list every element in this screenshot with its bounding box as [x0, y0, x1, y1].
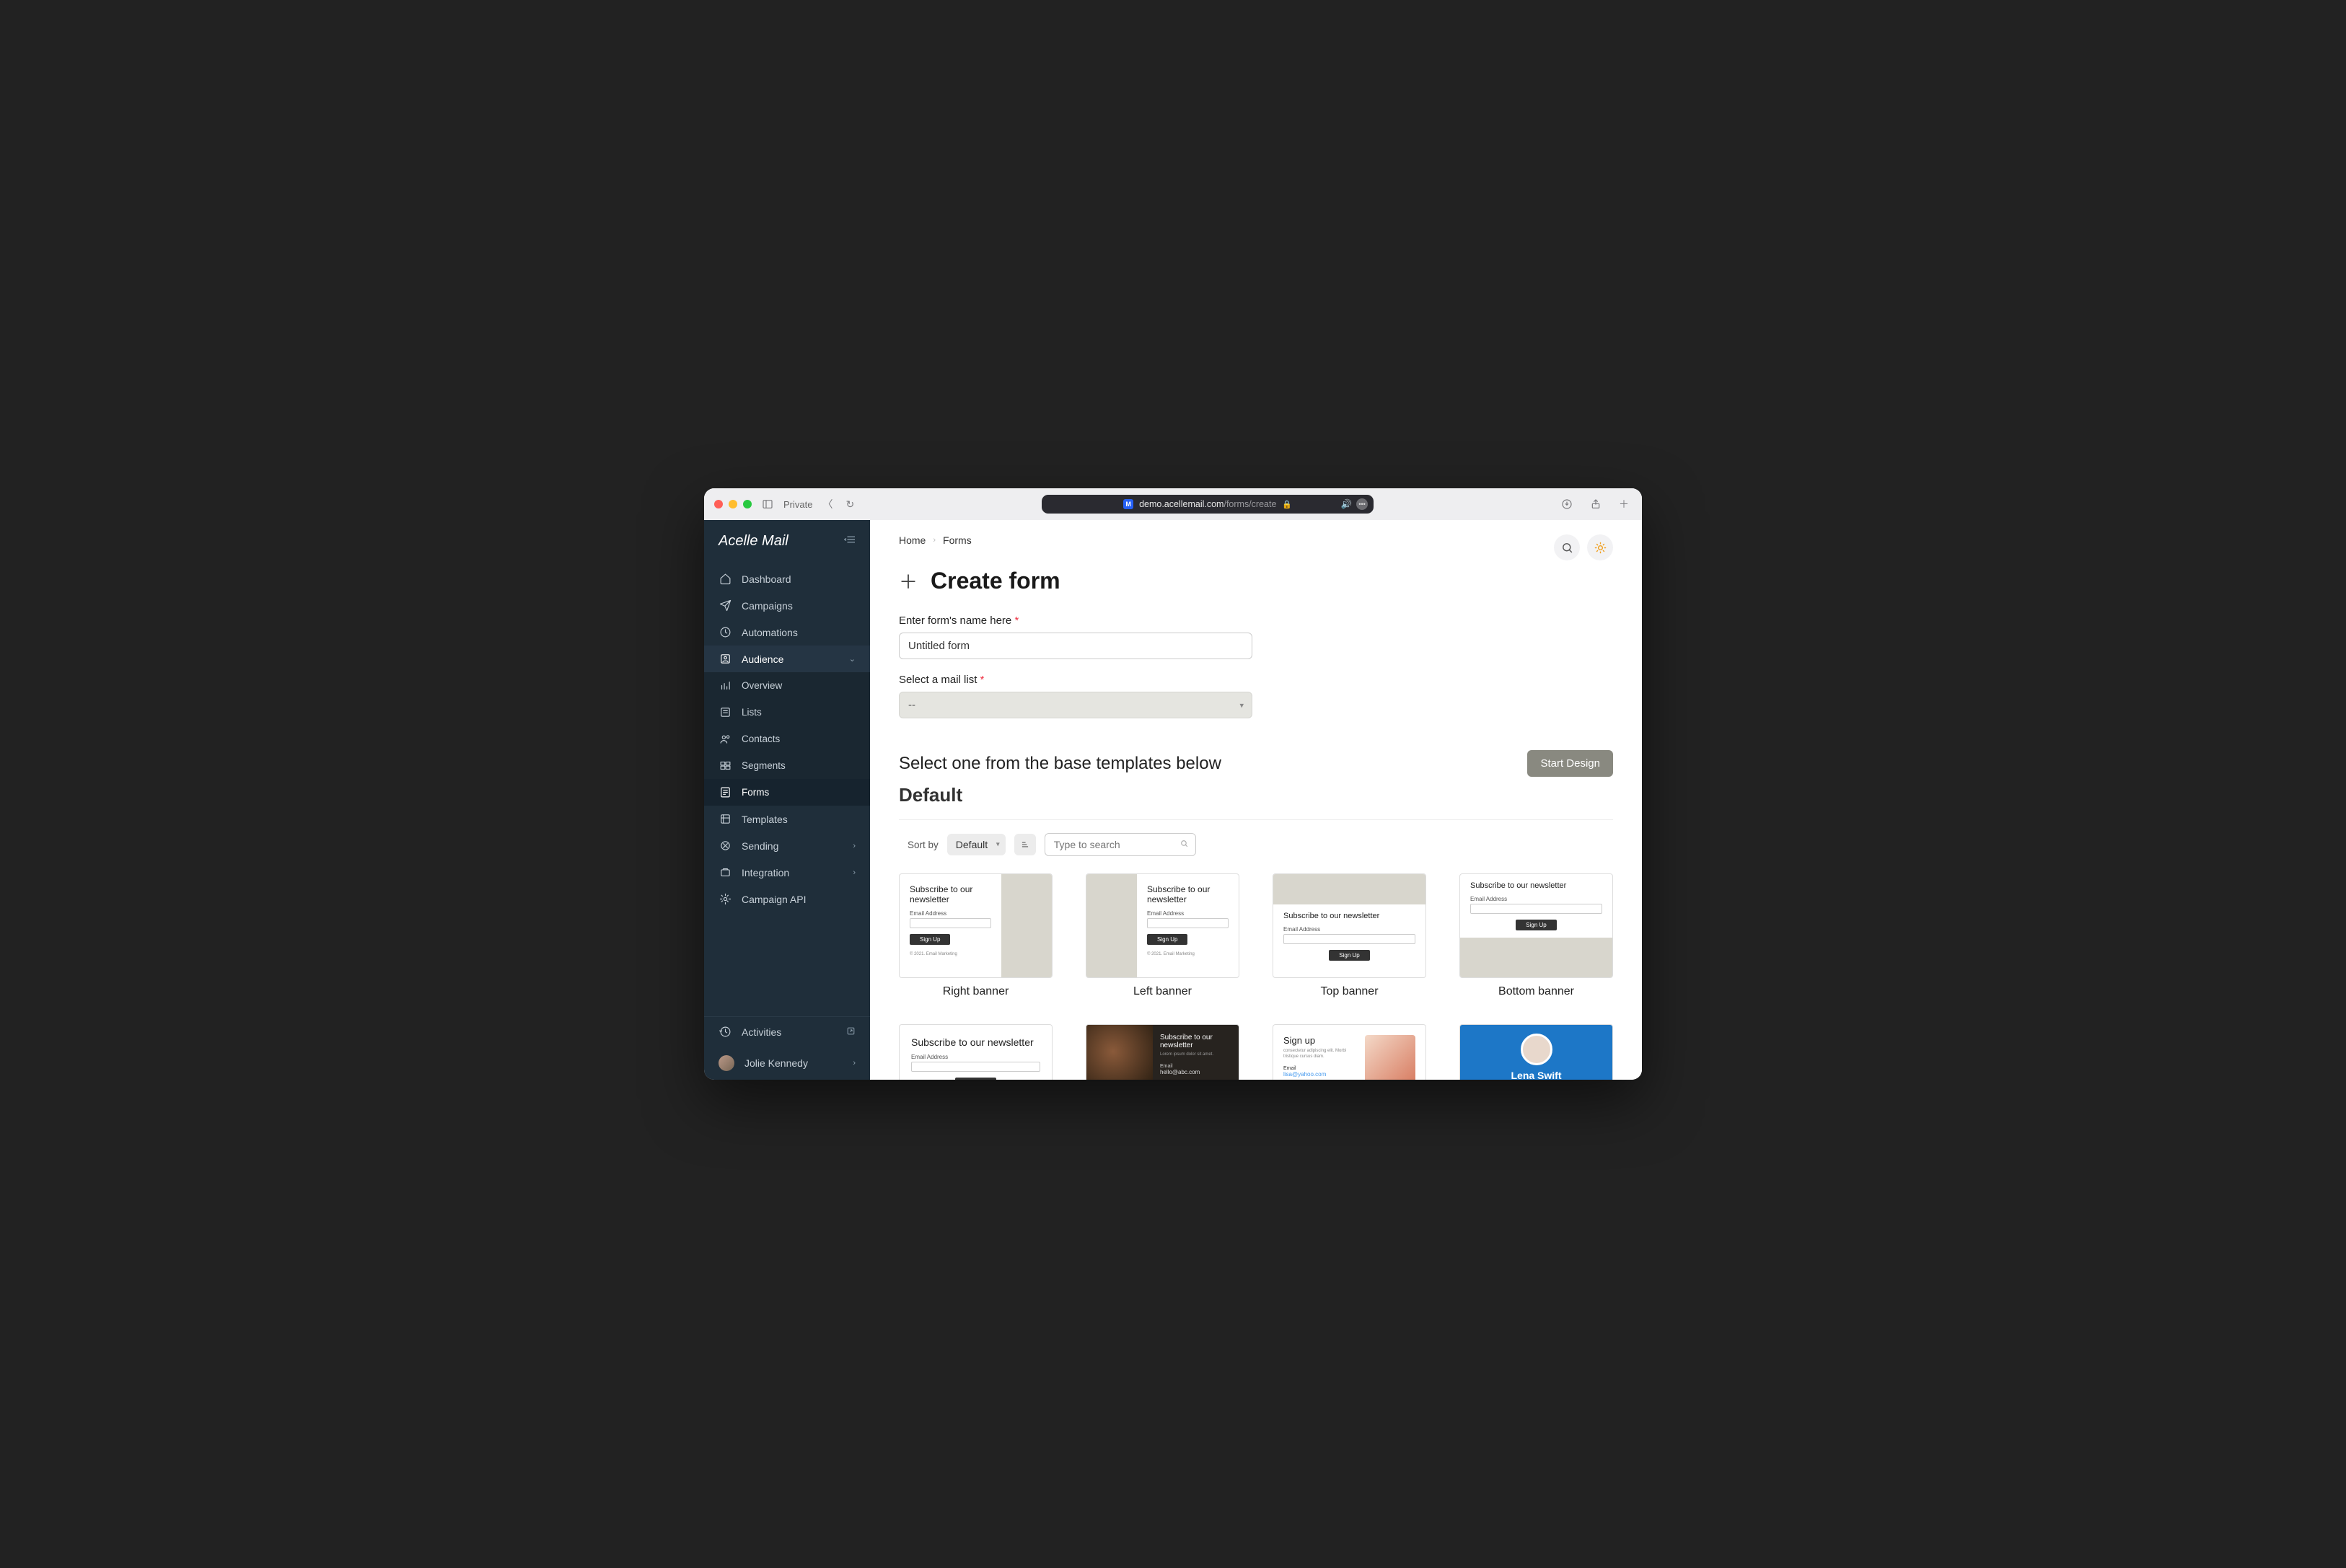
nav-dashboard[interactable]: Dashboard — [704, 565, 870, 592]
integration-icon — [719, 866, 732, 878]
breadcrumb-current: Forms — [943, 534, 972, 546]
nav-user[interactable]: Jolie Kennedy› — [704, 1047, 870, 1080]
templates-heading: Select one from the base templates below — [899, 754, 1221, 774]
divider — [899, 819, 1613, 820]
download-icon[interactable] — [1558, 497, 1576, 511]
nav-forms[interactable]: Forms — [704, 779, 870, 806]
nav-integration[interactable]: Integration› — [704, 859, 870, 886]
search-button[interactable] — [1554, 534, 1580, 560]
breadcrumb-home[interactable]: Home — [899, 534, 926, 546]
category-heading: Default — [899, 784, 1613, 806]
start-design-button[interactable]: Start Design — [1527, 750, 1613, 777]
url-bar[interactable]: M demo.acellemail.com/forms/create 🔒 🔊 •… — [1042, 495, 1374, 514]
site-favicon: M — [1123, 499, 1133, 509]
template-card-illustration[interactable]: Sign upconsectetur adipiscing elit. Morb… — [1273, 1024, 1426, 1080]
chevron-right-icon: › — [853, 868, 856, 877]
app-sidebar: Acelle Mail Dashboard Campaigns Automati… — [704, 520, 870, 1080]
automation-icon — [719, 626, 732, 638]
sending-icon — [719, 840, 732, 852]
chevron-right-icon: › — [853, 1059, 856, 1067]
new-tab-icon[interactable]: ＋ — [1616, 497, 1632, 511]
reader-icon[interactable]: ••• — [1356, 498, 1368, 510]
history-icon — [719, 1026, 732, 1038]
template-card-dark[interactable]: Subscribe to our newsletterLorem ipsum d… — [1086, 1024, 1239, 1080]
theme-toggle[interactable] — [1587, 534, 1613, 560]
mail-list-label: Select a mail list * — [899, 674, 1252, 686]
collapse-icon[interactable] — [844, 533, 857, 550]
template-card-title: Bottom banner — [1459, 985, 1613, 998]
nav-templates[interactable]: Templates — [704, 806, 870, 832]
forms-icon — [719, 786, 732, 798]
nav-activities[interactable]: Activities — [704, 1017, 870, 1047]
form-name-label: Enter form's name here * — [899, 615, 1252, 627]
external-icon — [846, 1026, 856, 1038]
nav-back-icon[interactable]: 〈 — [820, 497, 835, 511]
window-minimize[interactable] — [729, 500, 737, 508]
sort-select[interactable]: Default — [947, 834, 1006, 855]
chart-icon — [719, 679, 732, 692]
nav-automations[interactable]: Automations — [704, 619, 870, 646]
paper-plane-icon — [719, 599, 732, 612]
browser-window: Private 〈 ↻ M demo.acellemail.com/forms/… — [704, 488, 1642, 1080]
chevron-right-icon: › — [933, 536, 936, 545]
template-card-plain[interactable]: Subscribe to our newsletterEmail Address… — [899, 1024, 1053, 1080]
breadcrumb: Home › Forms — [899, 534, 972, 546]
template-card-title: Top banner — [1273, 985, 1426, 998]
template-card-bottom-banner[interactable]: Subscribe to our newsletterEmail Address… — [1459, 873, 1613, 998]
nav-audience[interactable]: Audience⌄ — [704, 646, 870, 672]
private-label: Private — [783, 499, 812, 510]
segments-icon — [719, 759, 732, 772]
page-title: ＋Create form — [899, 568, 1613, 594]
sort-direction-button[interactable] — [1014, 834, 1036, 855]
home-icon — [719, 573, 732, 585]
list-icon — [719, 706, 732, 718]
app-logo[interactable]: Acelle Mail — [719, 533, 788, 550]
template-card-right-banner[interactable]: Subscribe to our newsletterEmail Address… — [899, 873, 1053, 998]
templates-icon — [719, 813, 732, 825]
audience-icon — [719, 653, 732, 665]
template-card-title: Right banner — [899, 985, 1053, 998]
template-card-blue-profile[interactable]: Lena SwiftEmailSubmit — [1459, 1024, 1613, 1080]
user-avatar — [719, 1055, 734, 1071]
nav-sending[interactable]: Sending› — [704, 832, 870, 859]
window-maximize[interactable] — [743, 500, 752, 508]
search-icon — [1179, 839, 1189, 850]
url-host: demo.acellemail.com — [1139, 499, 1223, 509]
template-card-left-banner[interactable]: Subscribe to our newsletterEmail Address… — [1086, 873, 1239, 998]
sidebar-toggle-icon[interactable] — [759, 498, 776, 510]
browser-toolbar: Private 〈 ↻ M demo.acellemail.com/forms/… — [704, 488, 1642, 520]
sort-label: Sort by — [908, 840, 939, 850]
traffic-lights — [714, 500, 752, 508]
chevron-down-icon: ⌄ — [849, 654, 856, 664]
contacts-icon — [719, 733, 732, 745]
nav-contacts[interactable]: Contacts — [704, 726, 870, 752]
lock-icon: 🔒 — [1282, 500, 1292, 509]
share-icon[interactable] — [1587, 497, 1604, 511]
chevron-right-icon: › — [853, 842, 856, 850]
template-search-input[interactable] — [1045, 833, 1196, 856]
template-card-top-banner[interactable]: Subscribe to our newsletterEmail Address… — [1273, 873, 1426, 998]
url-path: /forms/create — [1223, 499, 1276, 509]
mail-list-select[interactable]: -- — [899, 692, 1252, 718]
nav-lists[interactable]: Lists — [704, 699, 870, 726]
window-close[interactable] — [714, 500, 723, 508]
form-name-input[interactable] — [899, 633, 1252, 659]
nav-campaigns[interactable]: Campaigns — [704, 592, 870, 619]
audio-icon[interactable]: 🔊 — [1341, 499, 1353, 510]
template-card-title: Left banner — [1086, 985, 1239, 998]
nav-reload-icon[interactable]: ↻ — [843, 498, 857, 511]
nav-campaign-api[interactable]: Campaign API — [704, 886, 870, 912]
main-content: Home › Forms ＋Create form Enter form's n… — [870, 520, 1642, 1080]
nav-overview[interactable]: Overview — [704, 672, 870, 699]
plus-icon: ＋ — [899, 568, 918, 594]
nav-segments[interactable]: Segments — [704, 752, 870, 779]
gear-icon — [719, 893, 732, 905]
